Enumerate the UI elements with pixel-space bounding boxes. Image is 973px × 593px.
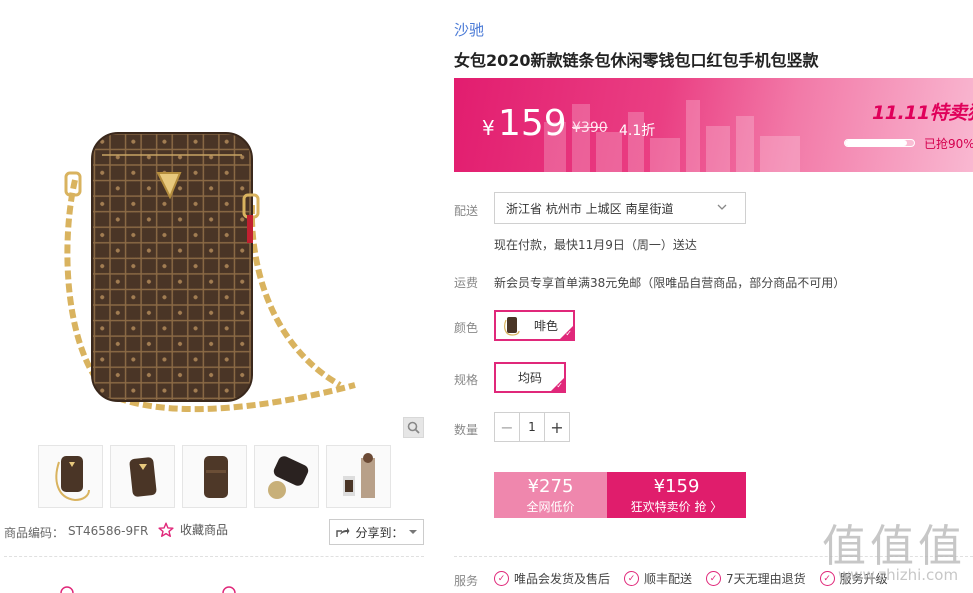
share-button[interactable]: 分享到： — [329, 519, 424, 545]
site-watermark: 值值值 www.zhizhi.com — [822, 510, 966, 584]
services-label: 服务 — [454, 574, 479, 588]
lowest-price-button[interactable]: ¥275 全网低价 — [494, 472, 607, 518]
sold-progress-fill — [845, 140, 908, 146]
service-item: ✓ 7天无理由退货 — [706, 570, 806, 587]
service-item-label: 7天无理由退货 — [726, 572, 806, 586]
thumbnail-5[interactable] — [326, 445, 391, 508]
bag-thumbnail-back — [203, 455, 228, 498]
watermark-logo: 值值值 — [822, 521, 966, 572]
discount-label: 4.1折 — [619, 123, 656, 139]
chevron-down-icon — [717, 204, 727, 210]
left-divider — [4, 556, 424, 557]
thumbnail-1[interactable] — [38, 445, 103, 508]
size-label: 规格 — [454, 373, 479, 387]
price-banner: ¥ 159 ¥390 4.1折 11.11特卖狂欢 已抢90% — [454, 78, 973, 172]
color-label: 颜色 — [454, 321, 479, 335]
shipping-address-select[interactable]: 浙江省 杭州市 上城区 南星街道 — [494, 192, 746, 224]
favorite-button[interactable]: 收藏商品 — [158, 521, 228, 538]
check-icon: ✓ — [565, 329, 572, 338]
partial-icon-right — [222, 586, 236, 593]
original-price: ¥390 — [572, 120, 608, 136]
quantity-stepper: − 1 + — [494, 412, 570, 442]
current-price: 159 — [498, 103, 567, 144]
delivery-note: 现在付款，最快11月9日（周一）送达 — [494, 238, 697, 252]
price-currency: ¥ — [482, 116, 495, 140]
chevron-down-icon — [408, 530, 417, 534]
quantity-plus-button[interactable]: + — [545, 413, 569, 441]
share-icon — [336, 527, 350, 537]
freight-label: 运费 — [454, 276, 479, 290]
color-option-text: 啡色 — [534, 319, 559, 333]
main-product-image[interactable] — [0, 0, 428, 440]
lowest-price-sub: 全网低价 — [526, 500, 575, 514]
thumbnail-3[interactable] — [182, 445, 247, 508]
bag-thumbnail-angle — [129, 456, 156, 497]
partial-icon-left — [60, 586, 74, 593]
service-item-label: 顺丰配送 — [644, 572, 693, 586]
brand-link[interactable]: 沙驰 — [454, 19, 484, 40]
color-swatch-thumbnail — [504, 316, 520, 336]
service-item-label: 唯品会发货及售后 — [514, 572, 611, 586]
size-option-text: 均码 — [517, 371, 542, 385]
check-circle-icon: ✓ — [494, 571, 509, 586]
thumbnail-2[interactable] — [110, 445, 175, 508]
product-code: 商品编码： ST46586-9FR — [4, 524, 148, 541]
lowest-price-value: ¥275 — [527, 476, 574, 497]
sold-progress-bar — [844, 139, 915, 147]
buy-now-sub: 狂欢特卖价 抢 〉 — [630, 500, 723, 514]
favorite-label: 收藏商品 — [180, 523, 229, 537]
sold-progress-text: 已抢90% — [924, 137, 973, 151]
check-icon: ✓ — [556, 381, 563, 390]
bag-thumbnail-front — [54, 455, 90, 501]
watermark-url: www.zhizhi.com — [838, 566, 959, 584]
service-item: ✓ 顺丰配送 — [624, 570, 692, 587]
zoom-button[interactable] — [403, 417, 424, 438]
quantity-minus-button[interactable]: − — [495, 413, 519, 441]
share-label: 分享到： — [355, 525, 404, 540]
thumbnail-strip — [38, 445, 391, 508]
product-code-label: 商品编码： — [4, 526, 65, 540]
shipping-address-value: 浙江省 杭州市 上城区 南星街道 — [506, 201, 674, 216]
freight-text: 新会员专享首单满38元免邮（限唯品自营商品，部分商品不可用） — [494, 276, 846, 290]
magnifier-icon — [407, 421, 420, 434]
check-circle-icon: ✓ — [624, 571, 640, 586]
color-option-selected[interactable]: 啡色 ✓ — [494, 310, 575, 341]
service-item: ✓ 唯品会发货及售后 — [494, 570, 610, 587]
quantity-value[interactable]: 1 — [519, 413, 545, 441]
bag-thumbnail-flat — [267, 455, 308, 499]
buy-now-price: ¥159 — [653, 476, 700, 497]
event-badge: 11.11特卖狂欢 — [872, 102, 973, 124]
product-code-value: ST46586-9FR — [68, 524, 149, 538]
product-title: 女包2020新款链条包休闲零钱包口红包手机包竖款 — [454, 51, 819, 70]
left-bottom-icons — [60, 586, 236, 593]
star-icon — [158, 522, 174, 537]
size-option-selected[interactable]: 均码 ✓ — [494, 362, 566, 393]
bag-thumbnail-model — [342, 452, 375, 498]
bag-illustration — [64, 132, 356, 412]
buy-now-button[interactable]: ¥159 狂欢特卖价 抢 〉 — [607, 472, 746, 518]
thumbnail-4[interactable] — [254, 445, 319, 508]
check-circle-icon: ✓ — [706, 571, 722, 586]
shipping-label: 配送 — [454, 204, 479, 218]
quantity-label: 数量 — [454, 423, 479, 437]
